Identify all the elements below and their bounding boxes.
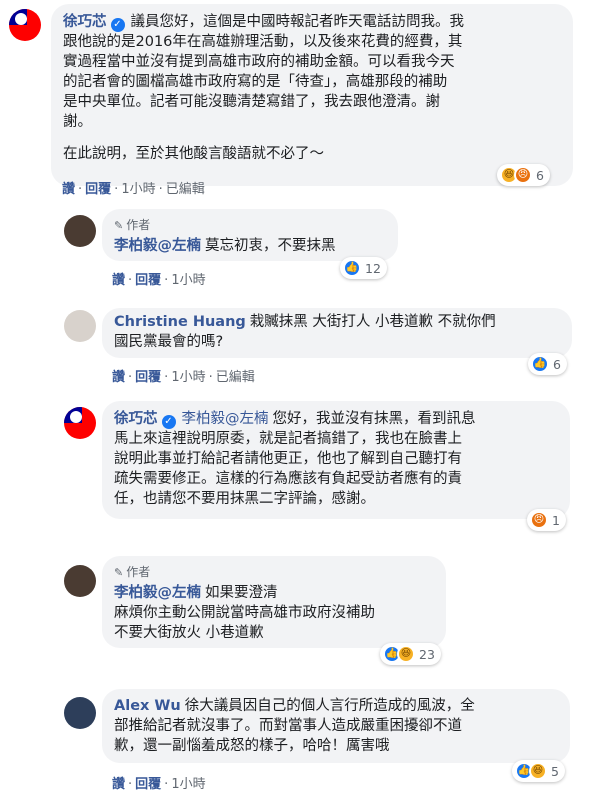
- comment-actions: 讚 · 回覆 · 1小時: [112, 273, 206, 288]
- reaction-summary[interactable]: 👍 😆 5: [512, 760, 565, 782]
- reaction-summary[interactable]: 😠 1: [527, 509, 566, 531]
- comment-text-line: 麻煩你主動公開說當時高雄市政府沒補助: [114, 605, 375, 621]
- like-icon: 👍: [531, 355, 549, 373]
- comment-text-line: 說明此事並打給記者請他更正，他也了解到自己聽打有: [114, 451, 462, 467]
- comment-bubble: Christine Huang 栽贓抹黑 大街打人 小巷道歉 不就你們 國民黨最會…: [102, 308, 572, 358]
- like-icon: 👍: [343, 259, 361, 277]
- reaction-count: 23: [419, 646, 435, 662]
- reaction-count: 6: [536, 167, 544, 183]
- timestamp[interactable]: 1小時: [171, 777, 205, 792]
- verified-badge-icon: ✓: [110, 18, 125, 32]
- like-button[interactable]: 讚: [62, 182, 75, 197]
- reaction-count: 1: [552, 512, 560, 528]
- commenter-name[interactable]: 李柏毅@左楠: [114, 238, 201, 254]
- timestamp[interactable]: 1小時: [121, 182, 155, 197]
- comment-text-line: 國民黨最會的嗎?: [114, 334, 224, 350]
- comment-actions: 讚 · 回覆 · 1小時 · 已編輯: [112, 370, 255, 385]
- comment-text-line: 的記者會的圖檔高雄市政府寫的是「待查」，高雄那段的補助: [63, 74, 448, 90]
- avatar[interactable]: [64, 407, 96, 439]
- comment-text-line: 栽贓抹黑 大街打人 小巷道歉 不就你們: [249, 314, 496, 330]
- commenter-name[interactable]: Alex Wu: [114, 698, 181, 714]
- author-tag: ✎ 作者: [114, 218, 151, 232]
- like-button[interactable]: 讚: [112, 370, 125, 385]
- comment-text: 莫忘初衷，不要抹黑: [205, 238, 336, 254]
- avatar[interactable]: [64, 310, 96, 342]
- angry-icon: 😠: [530, 511, 548, 529]
- comment-text-line: 實過程當中並沒有提到高雄市政府的補助金額。可以看我今天: [63, 54, 455, 70]
- comment-bubble: 徐巧芯 ✓ 議員您好，這個是中國時報記者昨天電話訪問我。我 跟他說的是2016年在高…: [51, 4, 573, 186]
- author-tag: ✎ 作者: [114, 565, 151, 579]
- reaction-count: 12: [365, 260, 381, 276]
- like-button[interactable]: 讚: [112, 273, 125, 288]
- comment-bubble: ✎ 作者 李柏毅@左楠 莫忘初衷，不要抹黑: [102, 209, 398, 261]
- comment-text-line: 是中央單位。記者可能沒聽清楚寫錯了，我去跟他澄清。謝: [63, 94, 440, 110]
- verified-badge-icon: ✓: [161, 415, 176, 429]
- reaction-summary[interactable]: 👍 😆 23: [380, 643, 441, 665]
- avatar[interactable]: [64, 215, 96, 247]
- reaction-count: 6: [553, 356, 561, 372]
- commenter-name[interactable]: Christine Huang: [114, 314, 246, 330]
- reaction-count: 5: [551, 763, 559, 779]
- edited-label[interactable]: 已編輯: [216, 370, 255, 385]
- mention-link[interactable]: 李柏毅@左楠: [182, 411, 269, 427]
- comment-text-line: 任，也請您不要用抹黑二字評論，感謝。: [114, 491, 375, 507]
- avatar[interactable]: [64, 697, 96, 729]
- comment-text-line: 不要大街放火 小巷道歉: [114, 625, 264, 641]
- timestamp[interactable]: 1小時: [171, 370, 205, 385]
- comment-text-line: 疏失需要修正。這樣的行為應該有負起受訪者應有的責: [114, 471, 462, 487]
- reply-button[interactable]: 回覆: [85, 182, 111, 197]
- angry-icon: 😠: [514, 166, 532, 184]
- reply-button[interactable]: 回覆: [135, 370, 161, 385]
- comment-text-line: 部推給記者就沒事了。而對當事人造成嚴重困擾卻不道: [114, 718, 462, 734]
- reply-button[interactable]: 回覆: [135, 777, 161, 792]
- comment-bubble: 徐巧芯 ✓ 李柏毅@左楠 您好，我並沒有抹黑，看到訊息 馬上來這裡說明原委，就是記者搞…: [102, 401, 570, 519]
- haha-icon: 😆: [529, 762, 547, 780]
- comment-text-line: 馬上來這裡說明原委，就是記者搞錯了，我也在臉書上: [114, 431, 462, 447]
- comment-bubble: Alex Wu 徐大議員因自己的個人言行所造成的風波，全 部推給記者就沒事了。而對…: [102, 689, 570, 763]
- reaction-summary[interactable]: 😆 😠 6: [497, 164, 550, 186]
- comment-text-line: 徐大議員因自己的個人言行所造成的風波，全: [184, 698, 475, 714]
- edited-label[interactable]: 已編輯: [166, 182, 205, 197]
- comment-text-line: 議員您好，這個是中國時報記者昨天電話訪問我。我: [130, 14, 465, 30]
- commenter-name[interactable]: 李柏毅@左楠: [114, 585, 201, 601]
- comment-actions: 讚 · 回覆 · 1小時: [112, 777, 206, 792]
- comment-text-line: 跟他說的是2016年在高雄辦理活動，以及後來花費的經費，其: [63, 34, 463, 50]
- like-button[interactable]: 讚: [112, 777, 125, 792]
- commenter-name[interactable]: 徐巧芯: [114, 411, 158, 427]
- reaction-summary[interactable]: 👍 6: [528, 353, 567, 375]
- pen-icon: ✎: [114, 566, 124, 579]
- comment-bubble: ✎ 作者 李柏毅@左楠 如果要澄清 麻煩你主動公開說當時高雄市政府沒補助 不要大街放…: [102, 556, 446, 648]
- reply-button[interactable]: 回覆: [135, 273, 161, 288]
- avatar[interactable]: [9, 9, 41, 41]
- comment-text-line: 如果要澄清: [205, 585, 278, 601]
- comment-text-line: 在此說明，至於其他酸言酸語就不必了～: [63, 146, 324, 162]
- pen-icon: ✎: [114, 219, 124, 232]
- comment-text-line: 您好，我並沒有抹黑，看到訊息: [272, 411, 476, 427]
- commenter-name[interactable]: 徐巧芯: [63, 14, 107, 30]
- comment-actions: 讚 · 回覆 · 1小時 · 已編輯: [62, 182, 205, 197]
- comment-text-line: 謝。: [63, 114, 92, 130]
- avatar[interactable]: [64, 565, 96, 597]
- haha-icon: 😆: [397, 645, 415, 663]
- reaction-summary[interactable]: 👍 12: [340, 257, 387, 279]
- comment-text-line: 歉，還一副惱羞成怒的樣子，哈哈！厲害哦: [114, 738, 390, 754]
- timestamp[interactable]: 1小時: [171, 273, 205, 288]
